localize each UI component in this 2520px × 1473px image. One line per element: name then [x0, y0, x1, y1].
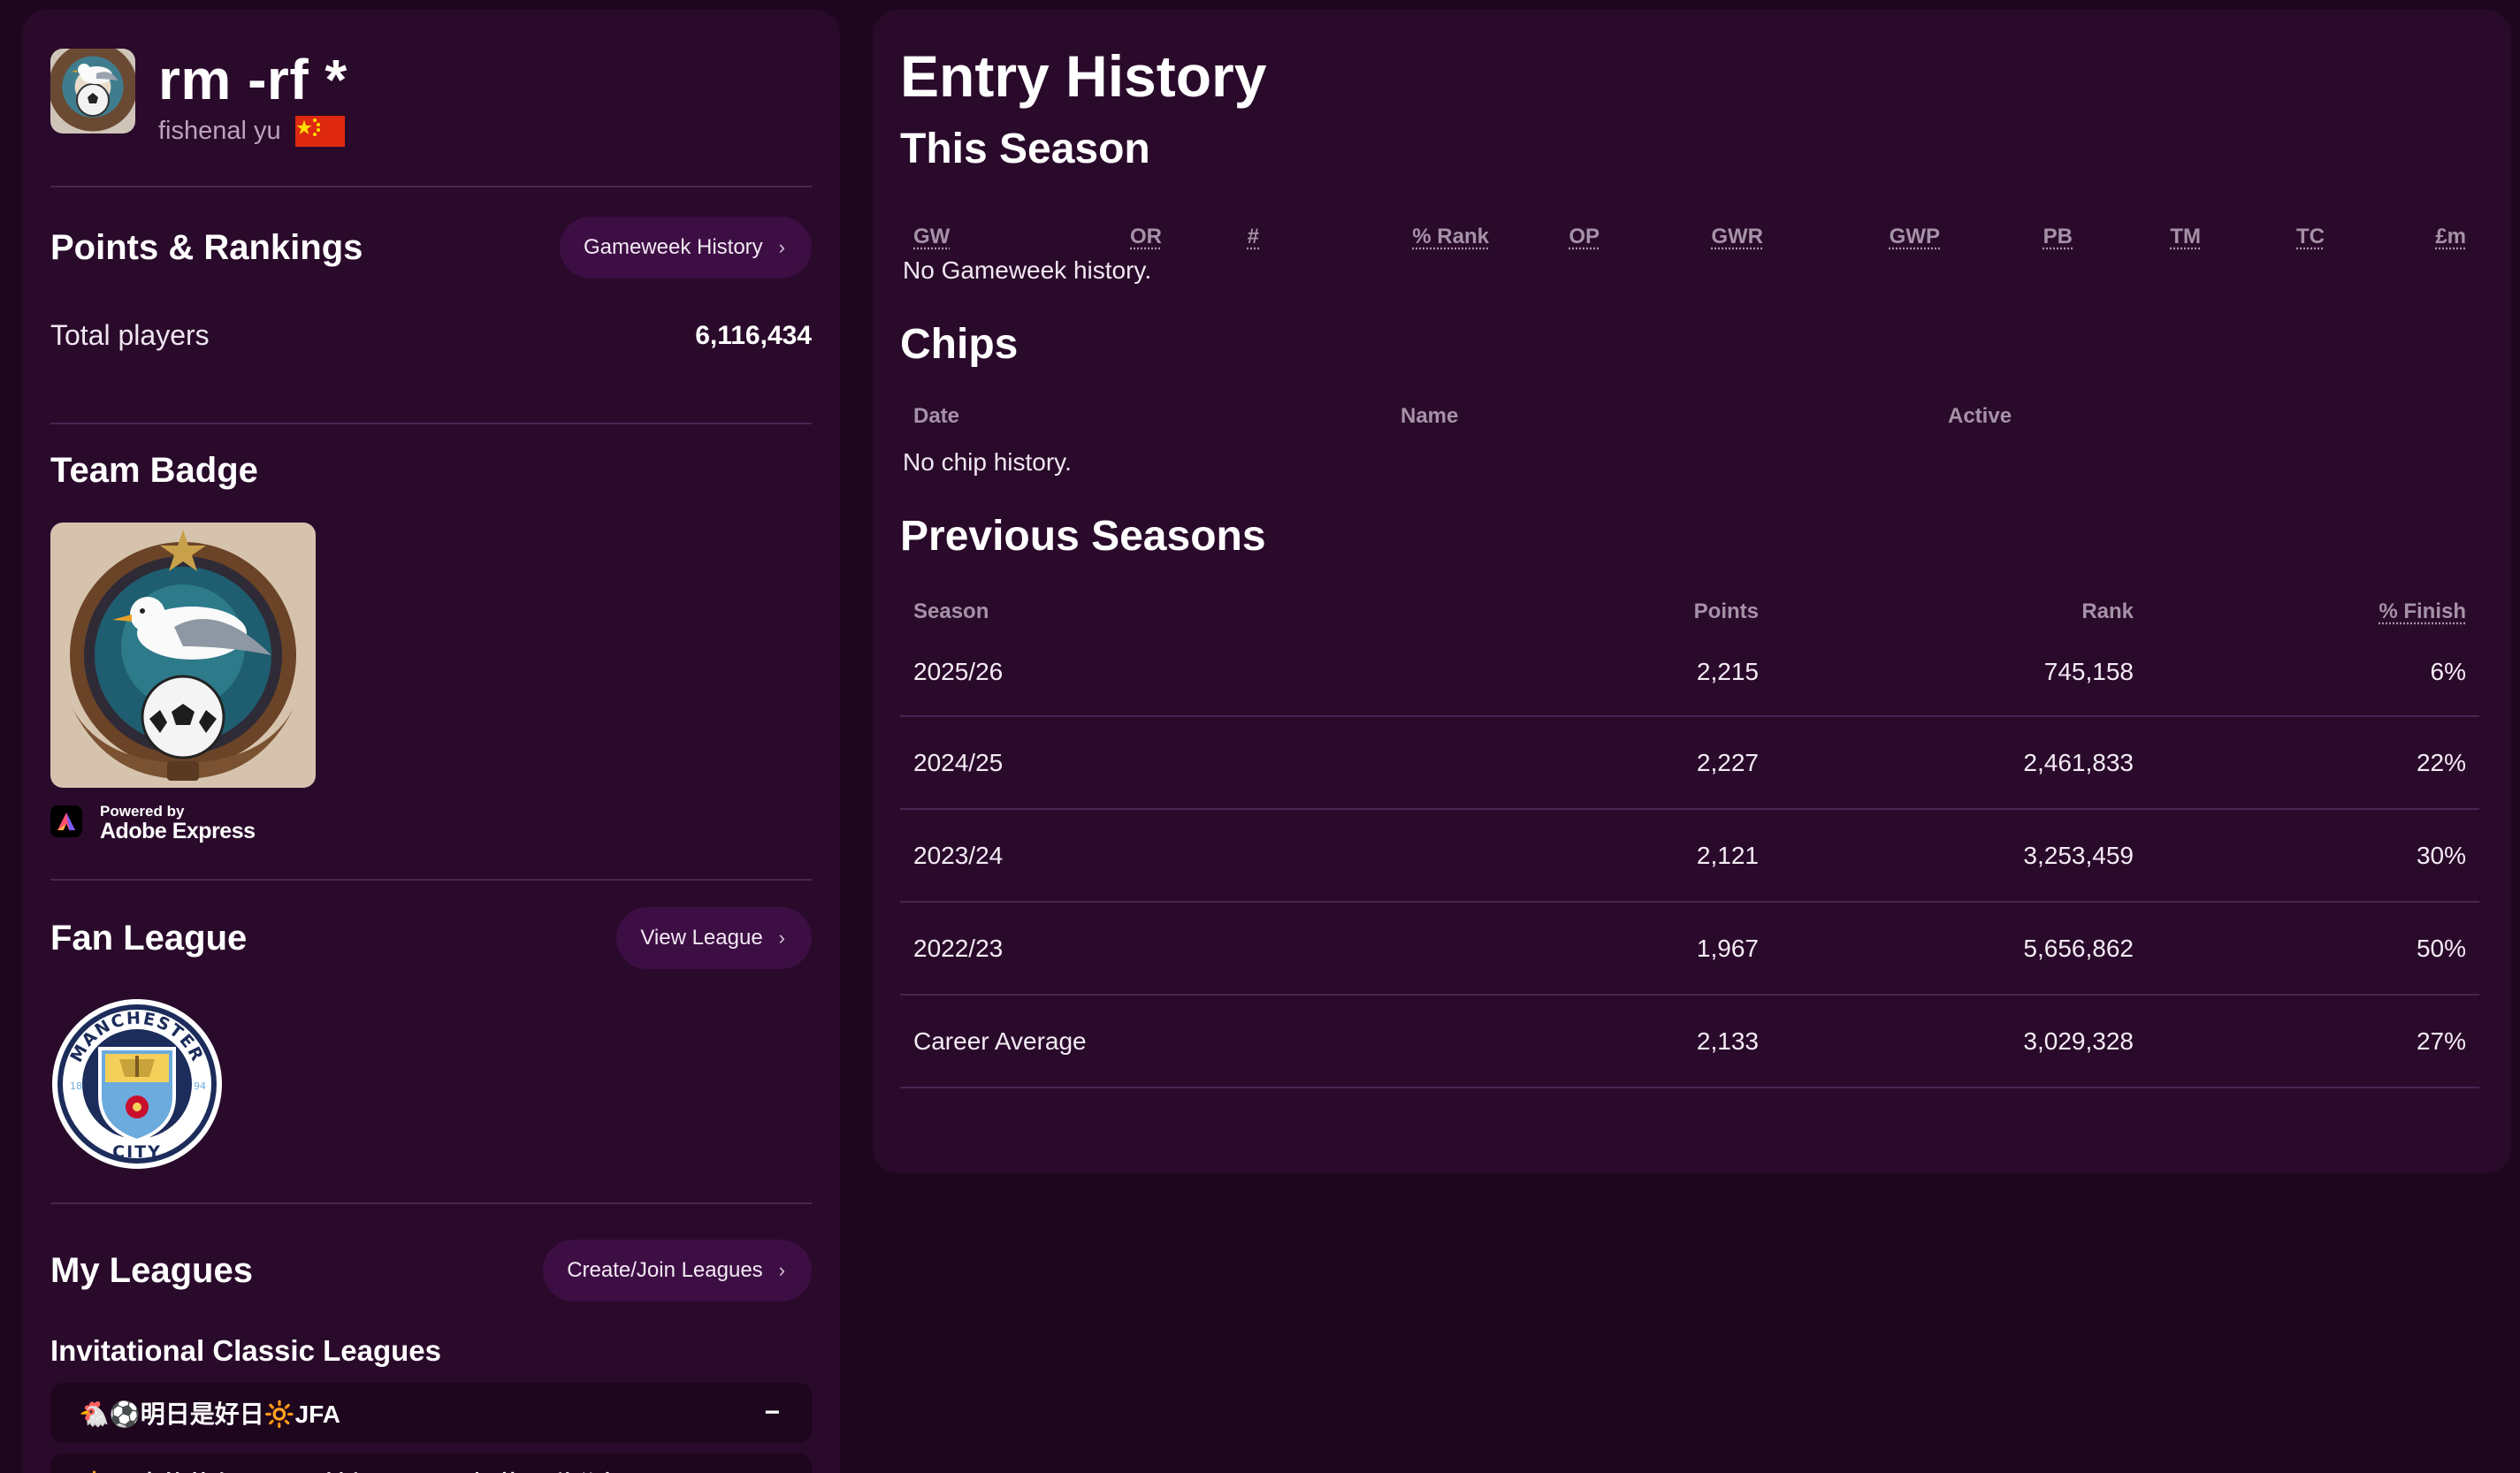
- points-cell: 2,227: [1498, 716, 1772, 810]
- view-league-button[interactable]: View League ›: [616, 907, 812, 969]
- season-cell: 2024/25: [900, 716, 1499, 810]
- minus-icon[interactable]: −: [764, 1469, 780, 1473]
- col-op: OP: [1569, 225, 1600, 248]
- points-rankings-section: Points & Rankings Gameweek History › Tot…: [50, 187, 812, 424]
- fan-league-section: Fan League View League › MANCHESTER CITY…: [50, 881, 812, 1204]
- col-tm: TM: [2170, 225, 2201, 248]
- china-flag-icon: [294, 116, 345, 147]
- col-rank: Rank: [2081, 599, 2134, 623]
- season-cell: 2022/23: [900, 902, 1499, 996]
- view-league-label: View League: [640, 926, 763, 950]
- points-cell: 2,133: [1498, 995, 1772, 1088]
- this-season-table: GW OR # % Rank OP GWR GWP PB TM TC £m: [900, 207, 2479, 249]
- create-join-leagues-label: Create/Join Leagues: [567, 1258, 763, 1282]
- total-players-label: Total players: [50, 319, 210, 351]
- no-chip-history: No chip history.: [903, 448, 1072, 476]
- col-pb: PB: [2043, 225, 2073, 248]
- league-name: 🔆18岁的蓝在sunny时刻——26-27烟幕二群联赛: [79, 1466, 620, 1473]
- svg-text:94: 94: [194, 1080, 206, 1092]
- col-season: Season: [913, 599, 989, 623]
- team-badge-image: [50, 523, 316, 788]
- entry-history-panel: Entry History This Season GW OR # % Rank…: [873, 10, 2511, 1173]
- table-row: 2023/24 2,121 3,253,459 30%: [900, 809, 2479, 903]
- col-name: Name: [1401, 404, 1459, 428]
- table-row: 2022/23 1,967 5,656,862 50%: [900, 902, 2479, 996]
- col-or: OR: [1130, 225, 1162, 248]
- rank-cell: 2,461,833: [1772, 716, 2147, 810]
- league-item[interactable]: 🐔⚽明日是好日🔆JFA −: [50, 1383, 812, 1443]
- total-players-row: Total players 6,116,434: [50, 319, 812, 352]
- points-cell: 2,215: [1498, 628, 1772, 717]
- points-cell: 1,967: [1498, 902, 1772, 996]
- my-leagues-title: My Leagues: [50, 1250, 253, 1290]
- my-leagues-section: My Leagues Create/Join Leagues › Invitat…: [50, 1204, 812, 1473]
- points-rankings-title: Points & Rankings: [50, 227, 363, 267]
- rank-cell: 3,253,459: [1772, 809, 2147, 903]
- svg-text:18: 18: [70, 1080, 82, 1092]
- powered-by-adobe[interactable]: Powered by Adobe Express: [50, 802, 812, 843]
- manager-name: fishenal yu: [158, 117, 281, 145]
- chips-table-header: Date Name Active: [900, 404, 2479, 429]
- gameweek-history-label: Gameweek History: [583, 235, 763, 259]
- col-date: Date: [913, 404, 960, 428]
- col-gwp: GWP: [1889, 225, 1940, 248]
- col-gw: GW: [913, 225, 951, 248]
- adobe-express-label: Adobe Express: [100, 819, 256, 843]
- no-gameweek-history: No Gameweek history.: [903, 256, 1152, 284]
- league-name: 🐔⚽明日是好日🔆JFA: [79, 1400, 340, 1428]
- chevron-right-icon: ›: [778, 236, 785, 258]
- rank-cell: 3,029,328: [1772, 995, 2147, 1088]
- total-players-value: 6,116,434: [695, 320, 812, 350]
- create-join-leagues-button[interactable]: Create/Join Leagues ›: [543, 1240, 812, 1301]
- finish-cell: 30%: [2147, 809, 2479, 903]
- col-pct-finish: % Finish: [2379, 599, 2466, 623]
- svg-text:CITY: CITY: [112, 1142, 162, 1162]
- profile-header: rm -rf * fishenal yu: [50, 49, 812, 187]
- previous-seasons-title: Previous Seasons: [900, 513, 1266, 560]
- table-row: 2024/25 2,227 2,461,833 22%: [900, 716, 2479, 810]
- finish-cell: 22%: [2147, 716, 2479, 810]
- invitational-classic-title: Invitational Classic Leagues: [50, 1334, 441, 1367]
- season-cell: 2023/24: [900, 809, 1499, 903]
- table-row: 2025/26 2,215 745,158 6%: [900, 628, 2479, 717]
- team-badge-title: Team Badge: [50, 451, 258, 490]
- col-tc: TC: [2296, 225, 2325, 248]
- avatar: [50, 49, 135, 134]
- league-item[interactable]: 🔆18岁的蓝在sunny时刻——26-27烟幕二群联赛 −: [50, 1454, 812, 1473]
- previous-seasons-table: Season Points Rank % Finish 2025/26 2,21…: [900, 596, 2479, 1088]
- minus-icon[interactable]: −: [764, 1398, 780, 1428]
- page: rm -rf * fishenal yu Points & Rankings G…: [0, 0, 2520, 1473]
- col-pct-rank: % Rank: [1412, 225, 1489, 248]
- rank-cell: 5,656,862: [1772, 902, 2147, 996]
- finish-cell: 27%: [2147, 995, 2479, 1088]
- manchester-city-crest-icon[interactable]: MANCHESTER CITY 18 94: [50, 997, 224, 1171]
- rank-cell: 745,158: [1772, 628, 2147, 717]
- col-active: Active: [1948, 404, 2012, 428]
- season-cell: 2025/26: [900, 628, 1499, 717]
- fan-league-title: Fan League: [50, 918, 248, 958]
- sidebar: rm -rf * fishenal yu Points & Rankings G…: [22, 10, 840, 1473]
- team-name: rm -rf *: [158, 48, 347, 111]
- team-badge-section: Team Badge Powered by Adobe Express: [50, 424, 812, 881]
- season-cell: Career Average: [900, 995, 1499, 1088]
- chevron-right-icon: ›: [778, 927, 785, 949]
- chips-title: Chips: [900, 321, 1019, 368]
- finish-cell: 50%: [2147, 902, 2479, 996]
- page-title: Entry History: [900, 43, 1267, 109]
- col-rank-num: #: [1247, 225, 1259, 248]
- col-gwr: GWR: [1711, 225, 1763, 248]
- points-cell: 2,121: [1498, 809, 1772, 903]
- col-money: £m: [2435, 225, 2466, 248]
- gameweek-history-button[interactable]: Gameweek History ›: [559, 217, 812, 279]
- career-average-row: Career Average 2,133 3,029,328 27%: [900, 995, 2479, 1088]
- this-season-title: This Season: [900, 126, 1150, 172]
- adobe-express-icon: [50, 805, 82, 837]
- col-points: Points: [1693, 599, 1759, 623]
- finish-cell: 6%: [2147, 628, 2479, 717]
- chevron-right-icon: ›: [778, 1259, 785, 1281]
